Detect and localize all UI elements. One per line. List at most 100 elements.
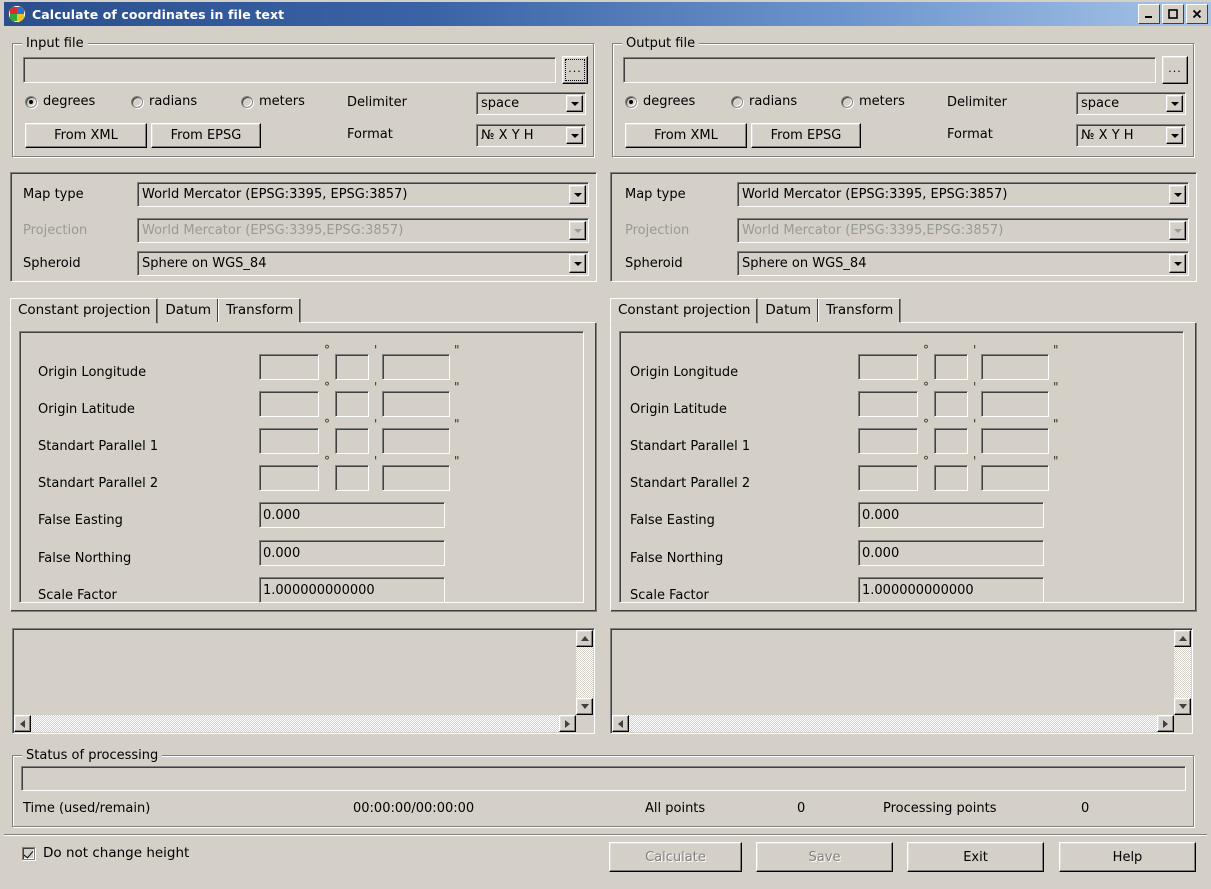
output-projection-label: Projection bbox=[625, 223, 689, 238]
output-log-scroll-left-button[interactable] bbox=[612, 715, 629, 732]
input-origin-latitude-minutes-field[interactable] bbox=[335, 391, 369, 417]
output-standart-parallel-1-minutes-field[interactable] bbox=[934, 428, 968, 454]
output-false-northing-field[interactable]: 0.000 bbox=[858, 540, 1044, 566]
output-log-scroll-down-button[interactable] bbox=[1174, 698, 1191, 715]
output-origin-latitude-minutes-field[interactable] bbox=[934, 391, 968, 417]
input-from-epsg-button[interactable]: From EPSG bbox=[151, 123, 261, 148]
output-from-xml-button[interactable]: From XML bbox=[625, 123, 747, 148]
input-unit-degrees-radio[interactable]: degrees bbox=[25, 94, 95, 109]
save-button[interactable]: Save bbox=[756, 842, 893, 872]
output-tab-constant-projection[interactable]: Constant projection bbox=[610, 298, 758, 324]
output-from-epsg-button[interactable]: From EPSG bbox=[751, 123, 861, 148]
input-from-xml-button[interactable]: From XML bbox=[25, 123, 147, 148]
input-standart-parallel-1-minutes-field[interactable] bbox=[335, 428, 369, 454]
input-tab-datum[interactable]: Datum bbox=[157, 298, 219, 323]
calculate-button[interactable]: Calculate bbox=[609, 842, 742, 872]
close-button[interactable] bbox=[1186, 4, 1208, 24]
input-standart-parallel-2-minutes-field[interactable] bbox=[335, 465, 369, 491]
output-log-scroll-right-button[interactable] bbox=[1157, 715, 1174, 732]
input-false-northing-field[interactable]: 0.000 bbox=[259, 540, 445, 566]
input-log-hscrollbar[interactable] bbox=[14, 715, 576, 732]
output-origin-longitude-minutes-field[interactable] bbox=[934, 354, 968, 380]
input-false-easting-field[interactable]: 0.000 bbox=[259, 502, 445, 528]
output-file-browse-button[interactable]: ... bbox=[1162, 56, 1188, 84]
input-standart-parallel-1-degrees-field[interactable] bbox=[259, 428, 319, 454]
input-spheroid-value: Sphere on WGS_84 bbox=[142, 256, 266, 271]
output-unit-degrees-radio[interactable]: degrees bbox=[625, 94, 695, 109]
output-origin-latitude-degrees-field[interactable] bbox=[858, 391, 918, 417]
input-log-scroll-down-button[interactable] bbox=[576, 698, 593, 715]
output-origin-latitude-seconds-field[interactable] bbox=[981, 391, 1049, 417]
output-from-epsg-label: From EPSG bbox=[771, 128, 842, 143]
input-format-combo[interactable]: № X Y H bbox=[476, 124, 586, 147]
input-unit-radians-radio[interactable]: radians bbox=[131, 94, 197, 109]
output-delimiter-combo[interactable]: space bbox=[1076, 92, 1186, 115]
input-origin-longitude-seconds-field[interactable] bbox=[382, 354, 450, 380]
input-log-scroll-right-button[interactable] bbox=[559, 715, 576, 732]
time-used-remain-value: 00:00:00/00:00:00 bbox=[353, 801, 474, 816]
output-standart-parallel-2-seconds-field[interactable] bbox=[981, 465, 1049, 491]
all-points-label: All points bbox=[645, 801, 705, 816]
input-projection-panel: Map type World Mercator (EPSG:3395, EPSG… bbox=[10, 172, 597, 282]
input-standart-parallel-2-seconds-field[interactable] bbox=[382, 465, 450, 491]
output-unit-meters-radio[interactable]: meters bbox=[841, 94, 905, 109]
output-spheroid-combo[interactable]: Sphere on WGS_84 bbox=[737, 251, 1189, 276]
input-map-type-combo[interactable]: World Mercator (EPSG:3395, EPSG:3857) bbox=[137, 182, 589, 207]
input-spheroid-combo[interactable]: Sphere on WGS_84 bbox=[137, 251, 589, 276]
minimize-button[interactable] bbox=[1138, 4, 1160, 24]
chevron-down-icon[interactable] bbox=[566, 95, 583, 112]
output-scale-factor-field[interactable]: 1.000000000000 bbox=[858, 577, 1044, 603]
input-origin-longitude-degrees-field[interactable] bbox=[259, 354, 319, 380]
output-log-pane[interactable] bbox=[610, 628, 1193, 734]
output-format-combo[interactable]: № X Y H bbox=[1076, 124, 1186, 147]
output-false-easting-field[interactable]: 0.000 bbox=[858, 502, 1044, 528]
input-file-path-field[interactable] bbox=[23, 57, 556, 83]
input-log-scroll-left-button[interactable] bbox=[14, 715, 31, 732]
output-log-hscrollbar[interactable] bbox=[612, 715, 1174, 732]
input-unit-meters-radio[interactable]: meters bbox=[241, 94, 305, 109]
input-delimiter-combo[interactable]: space bbox=[476, 92, 586, 115]
input-origin-latitude-degrees-field[interactable] bbox=[259, 391, 319, 417]
output-delimiter-value: space bbox=[1081, 96, 1119, 111]
maximize-button[interactable] bbox=[1162, 4, 1184, 24]
chevron-down-icon[interactable] bbox=[1166, 95, 1183, 112]
output-standart-parallel-1-degrees-field[interactable] bbox=[858, 428, 918, 454]
output-file-path-field[interactable] bbox=[623, 57, 1156, 83]
output-standart-parallel-2-degrees-field[interactable] bbox=[858, 465, 918, 491]
chevron-down-icon[interactable] bbox=[566, 127, 583, 144]
output-origin-longitude-degrees-field[interactable] bbox=[858, 354, 918, 380]
output-tab-transform[interactable]: Transform bbox=[818, 298, 901, 323]
output-standart-parallel-2-minutes-field[interactable] bbox=[934, 465, 968, 491]
input-file-browse-button[interactable]: ... bbox=[562, 56, 588, 84]
input-tab-constant-projection[interactable]: Constant projection bbox=[10, 298, 158, 324]
help-button[interactable]: Help bbox=[1059, 842, 1196, 872]
radio-dot-icon bbox=[841, 96, 853, 108]
output-origin-longitude-seconds-field[interactable] bbox=[981, 354, 1049, 380]
output-tab-datum-label: Datum bbox=[765, 302, 811, 318]
output-log-scroll-up-button[interactable] bbox=[1174, 630, 1191, 647]
chevron-down-icon[interactable] bbox=[1166, 127, 1183, 144]
title-bar[interactable]: Calculate of coordinates in file text bbox=[4, 2, 1211, 26]
output-map-type-combo[interactable]: World Mercator (EPSG:3395, EPSG:3857) bbox=[737, 182, 1189, 207]
output-tab-datum[interactable]: Datum bbox=[757, 298, 819, 323]
second-symbol-icon: " bbox=[454, 417, 460, 431]
output-unit-radians-radio[interactable]: radians bbox=[731, 94, 797, 109]
input-scale-factor-field[interactable]: 1.000000000000 bbox=[259, 577, 445, 603]
input-log-scroll-up-button[interactable] bbox=[576, 630, 593, 647]
output-standart-parallel-1-seconds-field[interactable] bbox=[981, 428, 1049, 454]
chevron-down-icon[interactable] bbox=[569, 185, 586, 204]
input-standart-parallel-1-seconds-field[interactable] bbox=[382, 428, 450, 454]
chevron-down-icon bbox=[581, 704, 589, 709]
input-standart-parallel-2-degrees-field[interactable] bbox=[259, 465, 319, 491]
chevron-down-icon[interactable] bbox=[1169, 185, 1186, 204]
do-not-change-height-checkbox[interactable]: Do not change height bbox=[22, 845, 189, 861]
chevron-down-icon[interactable] bbox=[1169, 254, 1186, 273]
input-origin-latitude-seconds-field[interactable] bbox=[382, 391, 450, 417]
chevron-down-icon[interactable] bbox=[569, 254, 586, 273]
input-standart-parallel-2-label: Standart Parallel 2 bbox=[38, 476, 158, 491]
input-tabstrip: Constant projection Datum Transform bbox=[10, 298, 300, 323]
input-log-pane[interactable] bbox=[12, 628, 595, 734]
exit-button[interactable]: Exit bbox=[907, 842, 1044, 872]
input-tab-transform[interactable]: Transform bbox=[218, 298, 301, 323]
input-origin-longitude-minutes-field[interactable] bbox=[335, 354, 369, 380]
